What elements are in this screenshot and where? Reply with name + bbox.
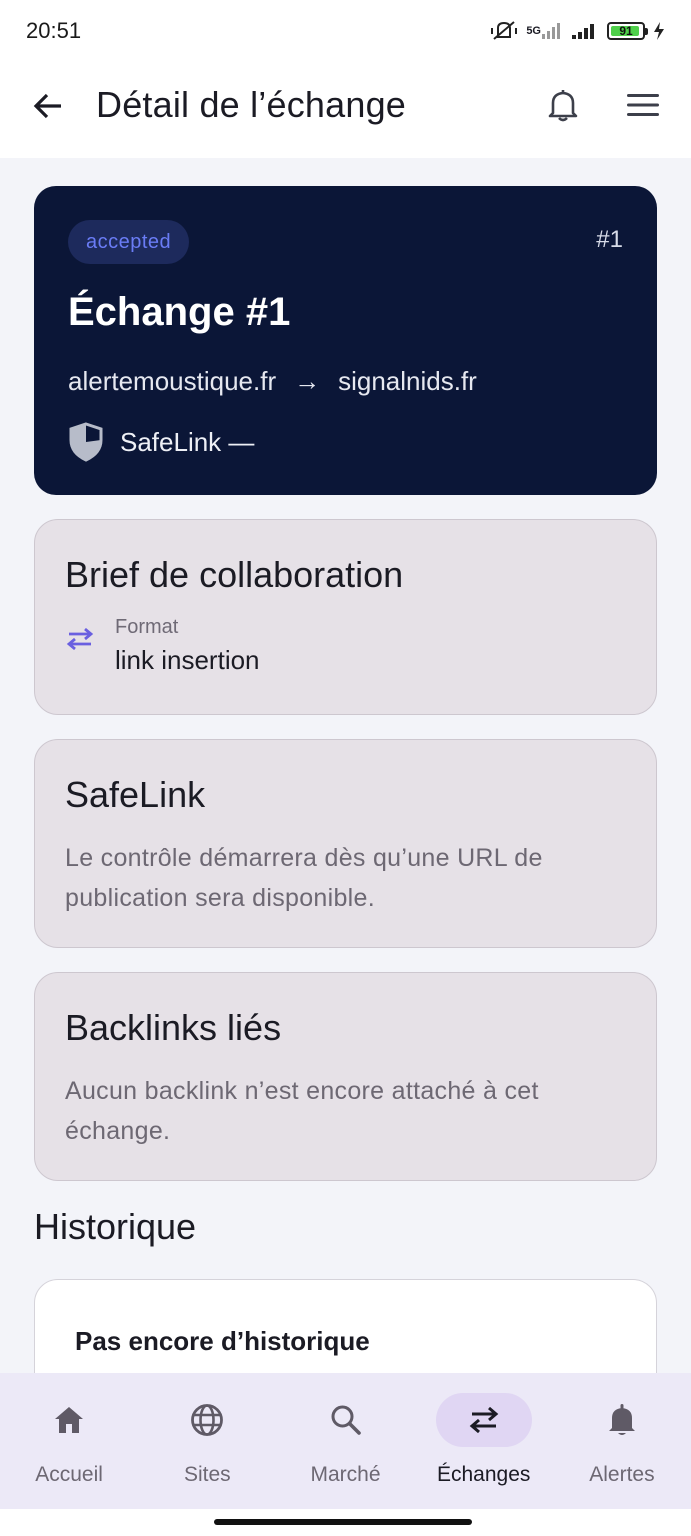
- source-site: alertemoustique.fr: [68, 366, 277, 396]
- brief-title: Brief de collaboration: [65, 554, 404, 595]
- nav-item-marche[interactable]: Marché: [276, 1373, 414, 1509]
- search-icon: [330, 1403, 362, 1437]
- menu-button[interactable]: [624, 86, 662, 124]
- format-label: Format: [115, 616, 179, 638]
- status-bar: 20:51 5G 91: [0, 0, 691, 62]
- shield-icon: [69, 422, 103, 462]
- safelink-description: Le contrôle démarrera dès qu’une URL de …: [65, 844, 543, 912]
- exchange-summary-card: accepted #1 Échange #1 alertemoustique.f…: [34, 186, 657, 495]
- status-badge: accepted: [68, 220, 190, 264]
- backlinks-description: Aucun backlink n’est encore attaché à ce…: [65, 1077, 539, 1145]
- nav-label: Alertes: [589, 1463, 655, 1486]
- notifications-button[interactable]: [544, 86, 582, 124]
- safelink-title: SafeLink: [65, 774, 206, 815]
- brief-card: Brief de collaboration Format link inser…: [34, 519, 657, 715]
- safelink-card: SafeLink Le contrôle démarrera dès qu’un…: [34, 739, 657, 948]
- nav-label: Sites: [183, 1463, 231, 1486]
- swap-icon: [65, 624, 95, 654]
- back-button[interactable]: [30, 88, 66, 124]
- safelink-status: SafeLink —: [68, 422, 254, 462]
- page-title: Détail de l’échange: [96, 84, 407, 125]
- app-bar: Détail de l’échange: [0, 62, 691, 158]
- route-arrow: →: [294, 366, 321, 396]
- nav-item-accueil[interactable]: Accueil: [0, 1373, 138, 1509]
- nav-label: Marché: [310, 1463, 381, 1486]
- format-row: Format link insertion: [65, 616, 260, 676]
- exchange-route: alertemoustique.fr → signalnids.fr: [68, 366, 477, 397]
- signal-icon: [571, 22, 599, 40]
- globe-icon: [190, 1403, 224, 1437]
- battery-icon: 91: [607, 22, 648, 40]
- exchange-number: #1: [596, 226, 623, 253]
- status-icons: 5G 91: [490, 19, 665, 43]
- backlinks-title: Backlinks liés: [65, 1007, 282, 1048]
- exchange-title: Échange #1: [68, 290, 291, 334]
- hamburger-menu-icon: [627, 94, 659, 116]
- mute-vibrate-icon: [490, 19, 518, 43]
- nav-label: Échanges: [437, 1463, 531, 1486]
- nav-label: Accueil: [35, 1463, 103, 1486]
- nav-item-sites[interactable]: Sites: [138, 1373, 276, 1509]
- format-value: link insertion: [115, 645, 260, 675]
- nav-item-echanges[interactable]: Échanges: [415, 1373, 553, 1509]
- history-title: Historique: [34, 1206, 197, 1247]
- bell-icon: [607, 1403, 637, 1437]
- arrow-left-icon: [33, 93, 61, 119]
- nav-item-alertes[interactable]: Alertes: [553, 1373, 691, 1509]
- bottom-navigation: Accueil Sites Marché Échanges Alertes: [0, 1373, 691, 1509]
- bell-icon: [548, 90, 578, 122]
- format-info: Format link insertion: [115, 616, 260, 676]
- home-indicator[interactable]: [214, 1519, 472, 1525]
- target-site: signalnids.fr: [338, 366, 477, 396]
- backlinks-card: Backlinks liés Aucun backlink n’est enco…: [34, 972, 657, 1181]
- swap-icon: [468, 1403, 500, 1437]
- safelink-label: SafeLink —: [120, 426, 255, 457]
- charging-icon: [653, 21, 665, 41]
- status-time: 20:51: [26, 18, 82, 43]
- history-empty-text: Pas encore d’historique: [75, 1326, 370, 1356]
- home-icon: [53, 1403, 85, 1437]
- signal-5g-icon: 5G: [526, 22, 563, 40]
